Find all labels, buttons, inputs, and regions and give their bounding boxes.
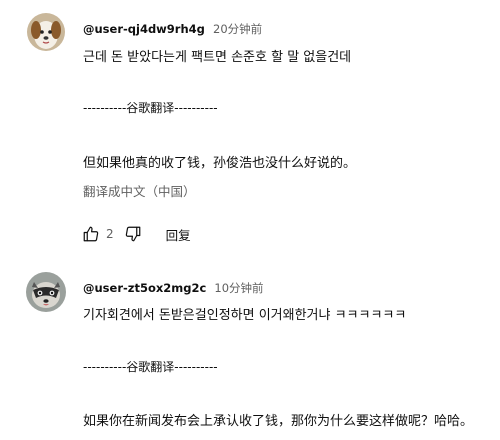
raccoon-avatar[interactable]	[26, 272, 66, 312]
comment-item: @user-qj4dw9rh4g 20分钟前 근데 돈 받았다는게 팩트면 손준…	[0, 0, 500, 260]
comment-time[interactable]: 10分钟前	[214, 281, 263, 295]
comment-item: @user-zt5ox2mg2c 10分钟前 기자회견에서 돈받은걸인정하면 이…	[0, 262, 500, 440]
thumbs-up-icon[interactable]	[82, 225, 100, 243]
translation-separator: ----------谷歌翻译----------	[83, 360, 218, 374]
comment-translation: 如果你在新闻发布会上承认收了钱，那你为什么要这样做呢？哈哈。	[83, 414, 474, 429]
comment-time[interactable]: 20分钟前	[213, 22, 262, 36]
comment-text: 기자회견에서 돈받은걸인정하면 이거왜한거냐 ㅋㅋㅋㅋㅋㅋ	[83, 308, 407, 323]
author-name[interactable]: @user-qj4dw9rh4g	[83, 22, 205, 36]
like-count: 2	[106, 227, 114, 241]
comment-header: @user-zt5ox2mg2c 10分钟前	[83, 277, 264, 296]
comment-actions: 2 回复	[82, 222, 191, 246]
translate-link[interactable]: 翻译成中文（中国）	[83, 181, 196, 200]
dog-avatar[interactable]	[27, 13, 65, 51]
comment-translation: 但如果他真的收了钱，孙俊浩也没什么好说的。	[83, 156, 357, 171]
author-name[interactable]: @user-zt5ox2mg2c	[83, 281, 206, 295]
comment-header: @user-qj4dw9rh4g 20分钟前	[83, 18, 262, 37]
translation-separator: ----------谷歌翻译----------	[83, 101, 218, 115]
reply-button[interactable]: 回复	[166, 225, 191, 244]
comment-text: 근데 돈 받았다는게 팩트면 손준호 할 말 없을건데	[83, 50, 352, 65]
thumbs-down-icon[interactable]	[124, 225, 142, 243]
